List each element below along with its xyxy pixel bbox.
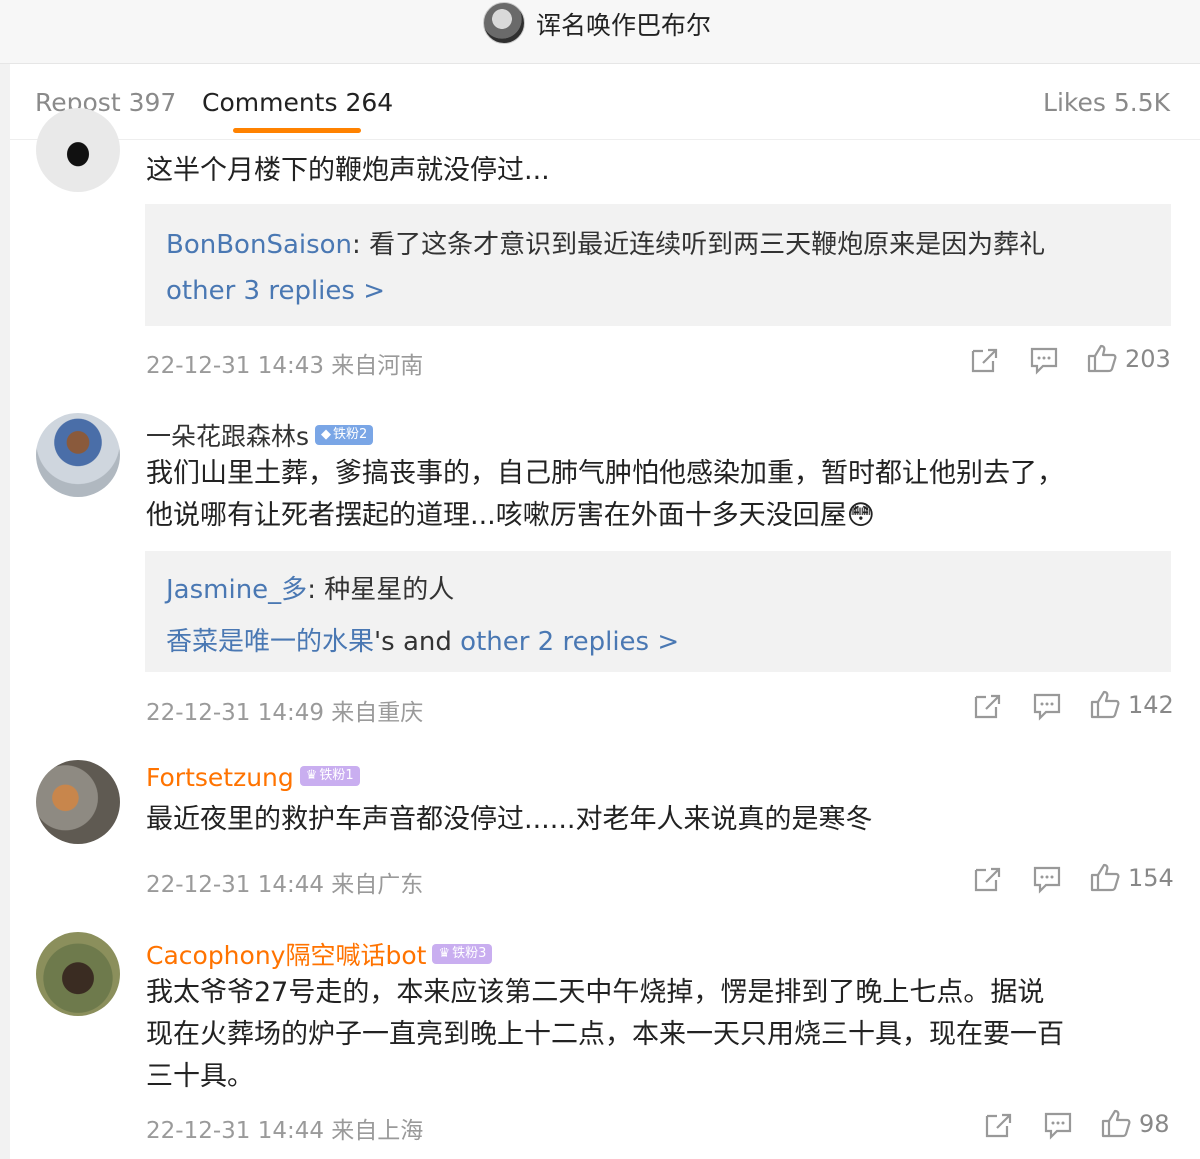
- reply-box[interactable]: Jasmine_多: 种星星的人 香菜是唯一的水果's and other 2 …: [145, 551, 1171, 672]
- flushed-face-icon: 😳: [846, 500, 875, 531]
- username-text[interactable]: 一朵花跟森林s: [146, 422, 309, 451]
- thumbs-up-icon[interactable]: [1100, 1108, 1132, 1138]
- diamond-icon: ◆: [321, 427, 332, 442]
- active-tab-indicator: [233, 128, 361, 133]
- comment-text-line: 三十具。: [146, 1061, 254, 1092]
- avatar[interactable]: [36, 413, 120, 497]
- reply-username-2[interactable]: 香菜是唯一的水果: [166, 627, 374, 657]
- share-icon[interactable]: [972, 691, 1004, 721]
- reply-text: : 种星星的人: [307, 575, 455, 605]
- share-icon[interactable]: [972, 864, 1004, 894]
- comment-text-line: 我们山里土葬，爹搞丧事的，自己肺气肿怕他感染加重，暂时都让他别去了，: [146, 458, 1064, 489]
- thumbs-up-icon[interactable]: [1089, 862, 1121, 892]
- comment-meta: 22-12-31 14:44 来自广东: [146, 872, 424, 898]
- top-bar: 诨名唤作巴布尔: [0, 0, 1200, 64]
- more-replies-link[interactable]: other 2 replies >: [460, 627, 679, 657]
- avatar[interactable]: [36, 108, 120, 192]
- crown-icon: ♛: [438, 946, 451, 961]
- reply-line: Jasmine_多: 种星星的人: [166, 569, 454, 606]
- reply-text: : 看了这条才意识到最近连续听到两三天鞭炮原来是因为葬礼: [352, 230, 1046, 260]
- share-icon[interactable]: [983, 1110, 1015, 1140]
- reply-box[interactable]: BonBonSaison: 看了这条才意识到最近连续听到两三天鞭炮原来是因为葬礼…: [145, 204, 1171, 326]
- more-replies-link[interactable]: other 3 replies >: [166, 276, 385, 306]
- thumbs-up-icon[interactable]: [1089, 689, 1121, 719]
- comment-meta: 22-12-31 14:44 来自上海: [146, 1118, 424, 1144]
- author-avatar[interactable]: [483, 2, 525, 44]
- fan-badge: ◆ 铁粉2: [315, 425, 374, 445]
- tab-comments[interactable]: Comments 264: [202, 88, 393, 117]
- more-replies-line: 香菜是唯一的水果's and other 2 replies >: [166, 621, 679, 658]
- comment-username[interactable]: Cacophony隔空喊话bot ♛ 铁粉3: [146, 936, 493, 972]
- avatar[interactable]: [36, 760, 120, 844]
- left-strip: [0, 64, 10, 1159]
- comment-text-line: 他说哪有让死者摆起的道理...咳嗽厉害在外面十多天没回屋😳: [146, 500, 875, 531]
- comment-meta: 22-12-31 14:49 来自重庆: [146, 700, 424, 726]
- comment-text: 这半个月楼下的鞭炮声就没停过...: [146, 155, 550, 186]
- fan-badge: ♛ 铁粉1: [299, 766, 360, 786]
- more-replies-line: other 3 replies >: [166, 276, 385, 306]
- crown-icon: ♛: [305, 768, 318, 783]
- like-count: 154: [1128, 864, 1174, 892]
- thumbs-up-icon[interactable]: [1086, 343, 1118, 373]
- like-count: 142: [1128, 691, 1174, 719]
- comment-text-line: 现在火葬场的炉子一直亮到晚上十二点，本来一天只用烧三十具，现在要一百: [146, 1019, 1064, 1050]
- comment-text: 最近夜里的救护车声音都没停过......对老年人来说真的是寒冬: [146, 804, 873, 835]
- comment-text-line: 我太爷爷27号走的，本来应该第二天中午烧掉，愣是排到了晚上七点。据说: [146, 977, 1045, 1008]
- tab-likes[interactable]: Likes 5.5K: [1043, 88, 1170, 117]
- comment-icon[interactable]: [1031, 691, 1063, 721]
- comment-icon[interactable]: [1042, 1110, 1074, 1140]
- comment-text: 我太爷爷27号走的，本来应该第二天中午烧掉，愣是排到了晚上七点。据说 现在火葬场…: [146, 972, 1064, 1098]
- reply-username[interactable]: Jasmine_多: [166, 575, 307, 605]
- avatar[interactable]: [36, 932, 120, 1016]
- comment-meta: 22-12-31 14:43 来自河南: [146, 353, 424, 379]
- reply-username[interactable]: BonBonSaison: [166, 230, 352, 260]
- reply-mid-text: 's and: [374, 627, 461, 657]
- fan-badge: ♛ 铁粉3: [432, 944, 493, 964]
- comment-icon[interactable]: [1031, 864, 1063, 894]
- username-text[interactable]: Fortsetzung: [146, 763, 294, 792]
- comment-username[interactable]: Fortsetzung ♛ 铁粉1: [146, 763, 360, 792]
- like-count: 98: [1139, 1110, 1170, 1138]
- username-text[interactable]: Cacophony隔空喊话bot: [146, 941, 426, 970]
- share-icon[interactable]: [969, 345, 1001, 375]
- reply-line: BonBonSaison: 看了这条才意识到最近连续听到两三天鞭炮原来是因为葬礼: [166, 224, 1045, 261]
- comment-username[interactable]: 一朵花跟森林s ◆ 铁粉2: [146, 417, 374, 453]
- comment-icon[interactable]: [1028, 345, 1060, 375]
- comment-text: 我们山里土葬，爹搞丧事的，自己肺气肿怕他感染加重，暂时都让他别去了， 他说哪有让…: [146, 453, 1064, 537]
- author-name[interactable]: 诨名唤作巴布尔: [536, 6, 711, 42]
- like-count: 203: [1125, 345, 1171, 373]
- tab-bar: Repost 397 Comments 264 Likes 5.5K: [10, 64, 1200, 140]
